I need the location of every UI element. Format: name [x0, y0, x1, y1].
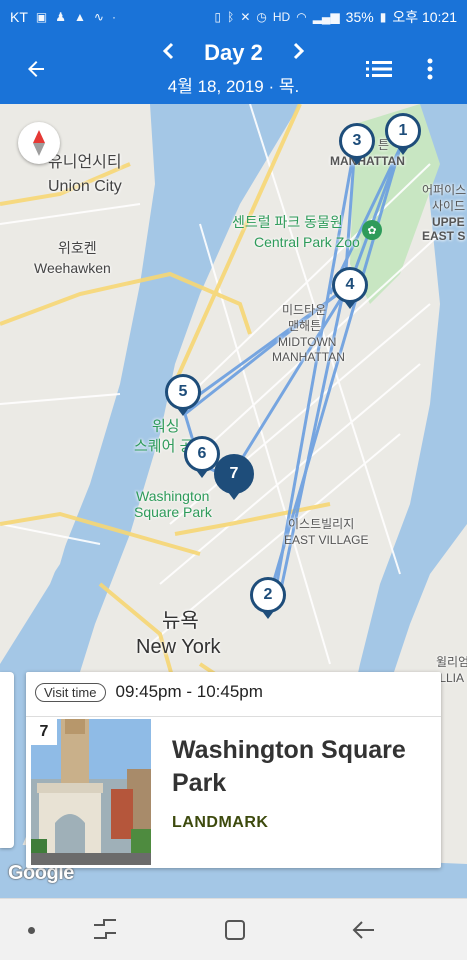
map-label-wsp: Washington — [136, 488, 210, 504]
map-label-weehawken-ko: 위호켄 — [58, 240, 97, 256]
map-label-midtown-ko2: 맨해튼 — [288, 319, 322, 333]
map-label-midtown2: MANHATTAN — [272, 350, 345, 364]
visit-time-chip: Visit time — [35, 682, 106, 702]
system-back-icon[interactable] — [352, 919, 376, 941]
prev-day-button[interactable] — [160, 40, 178, 66]
signal-icon: ▂▄▆ — [312, 10, 340, 24]
visit-time-value: 09:45pm - 10:45pm — [115, 682, 263, 701]
compass-icon — [33, 130, 45, 156]
more-vert-icon — [427, 58, 433, 80]
nav-dot-icon[interactable] — [28, 927, 35, 934]
map-label-zoo-ko: 센트럴 파크 동물원 — [232, 214, 343, 230]
list-view-button[interactable] — [362, 54, 396, 84]
trip-date: 4월 18, 2019 · 목. — [167, 77, 300, 96]
map-label-upper-east: UPPE — [432, 215, 465, 229]
map-pin-7[interactable]: 7 — [214, 454, 254, 500]
notification-icon: ♟ — [55, 10, 66, 24]
home-icon[interactable] — [224, 919, 246, 941]
map-label-east-village-ko: 이스트빌리지 — [288, 517, 355, 531]
more-options-button[interactable] — [418, 52, 442, 86]
map-label-midtown: MIDTOWN — [278, 335, 337, 349]
map-label-upper-east2: EAST S — [422, 229, 466, 243]
clock: 오후 10:21 — [392, 9, 457, 25]
map-pin-5[interactable]: 5 — [165, 374, 201, 416]
map-label-ny: New York — [136, 636, 221, 658]
map-pin-2[interactable]: 2 — [250, 577, 286, 619]
system-nav-bar — [0, 898, 467, 960]
list-icon — [366, 61, 392, 77]
hd-icon: HD — [272, 10, 291, 24]
app-bar: Day 2 4월 18, 2019 · 목. — [0, 34, 467, 104]
map-pin-4[interactable]: 4 — [332, 267, 368, 309]
place-name: Washington Square Park — [172, 736, 406, 797]
map-label-ny-ko: 뉴욕 — [162, 610, 199, 632]
place-card[interactable]: Visit time 09:45pm - 10:45pm 7 Washingto… — [26, 672, 441, 868]
map-label-zoo: Central Park Zoo — [254, 234, 360, 250]
recent-apps-icon[interactable] — [92, 917, 118, 941]
next-day-button[interactable] — [289, 40, 307, 66]
carrier-label: KT — [10, 9, 28, 25]
chevron-right-icon — [293, 42, 304, 60]
map-pin-3[interactable]: 3 — [339, 123, 375, 165]
map-label-wsp2: Square Park — [134, 504, 212, 520]
activity-icon: ∿ — [93, 10, 104, 24]
map-label-manhattan: MANHATTAN — [330, 154, 405, 168]
day-title: Day 2 — [204, 40, 263, 65]
chevron-left-icon — [163, 42, 174, 60]
mute-icon: ✕ — [240, 10, 251, 24]
dot-icon: · — [111, 10, 116, 24]
map-label-wsp-ko: 워싱 — [152, 418, 180, 435]
place-number-badge: 7 — [31, 719, 57, 745]
map-label-williamsburg-ko: 윌리엄 — [436, 655, 467, 669]
image-notification-icon: ▣ — [35, 10, 48, 24]
status-bar: KT ▣ ♟ ▲ ∿ · ▯ ᛒ ✕ ◷ HD ◠ ▂▄▆ 35% ▮ 오후 1… — [0, 0, 467, 34]
map-label-upper-east-ko2: 사이드 — [432, 199, 466, 213]
wifi-icon: ◠ — [296, 10, 307, 24]
map-label-midtown-ko: 미드타운 — [282, 303, 327, 317]
map-label-union-city: Union City — [48, 178, 122, 195]
place-category: LANDMARK — [172, 814, 269, 831]
map-label-union-city-ko: 유니언시티 — [48, 154, 122, 171]
map-label-east-village: EAST VILLAGE — [284, 533, 369, 547]
bluetooth-icon: ᛒ — [227, 10, 235, 24]
map-label-upper-east-ko: 어퍼이스 — [422, 183, 467, 197]
message-icon: ▲ — [74, 10, 86, 24]
zoo-paw-icon: ✿ — [362, 220, 382, 240]
map-label-weehawken: Weehawken — [34, 260, 111, 276]
compass-button[interactable] — [18, 122, 60, 164]
alarm-icon: ◷ — [256, 10, 267, 24]
card-divider — [26, 716, 441, 717]
battery-icon: ▮ — [379, 10, 387, 24]
battery-percent: 35% — [345, 9, 374, 25]
vibrate-icon: ▯ — [214, 10, 222, 24]
previous-card-peek[interactable] — [0, 672, 14, 848]
map-pin-1[interactable]: 1 — [385, 113, 421, 155]
